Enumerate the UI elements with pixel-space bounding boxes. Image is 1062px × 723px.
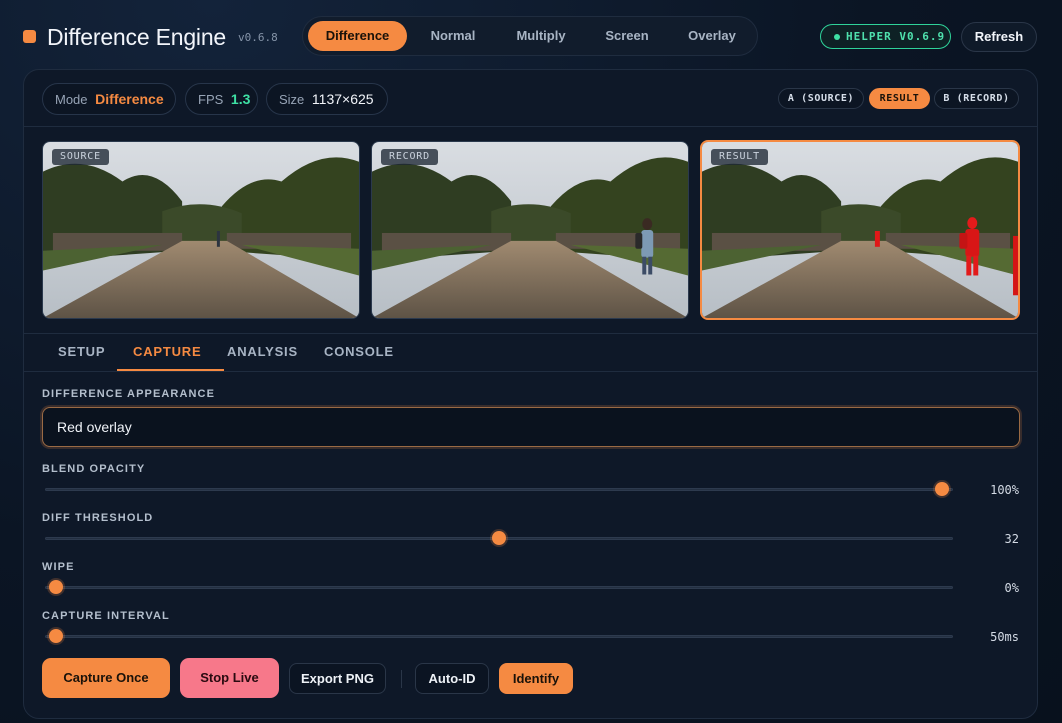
wipe-track[interactable] bbox=[45, 586, 953, 589]
size-chip: Size 1137×625 bbox=[266, 83, 388, 115]
result-preview-label: RESULT bbox=[711, 149, 768, 165]
capture-interval-track[interactable] bbox=[45, 635, 953, 638]
export-png-button[interactable]: Export PNG bbox=[289, 663, 386, 694]
auto-id-button[interactable]: Auto-ID bbox=[415, 663, 489, 694]
appearance-label: DIFFERENCE APPEARANCE bbox=[42, 388, 216, 400]
mode-tab-difference[interactable]: Difference bbox=[308, 21, 407, 51]
mode-chip: Mode Difference bbox=[42, 83, 176, 115]
capture-interval-label: CAPTURE INTERVAL bbox=[42, 610, 170, 622]
identify-button[interactable]: Identify bbox=[499, 663, 573, 694]
blend-opacity-label: BLEND OPACITY bbox=[42, 463, 146, 475]
mode-chip-key: Mode bbox=[55, 92, 88, 107]
blend-opacity-value: 100% bbox=[990, 483, 1019, 497]
diff-threshold-label: DIFF THRESHOLD bbox=[42, 512, 154, 524]
mode-chip-value: Difference bbox=[95, 91, 164, 107]
record-preview[interactable]: RECORD bbox=[371, 141, 689, 319]
tab-setup[interactable]: SETUP bbox=[58, 344, 105, 359]
tab-console[interactable]: CONSOLE bbox=[324, 344, 394, 359]
tabs-divider bbox=[24, 371, 1037, 372]
helper-status-badge: HELPER V0.6.9 bbox=[820, 24, 951, 49]
diff-threshold-value: 32 bbox=[1004, 532, 1019, 546]
blend-opacity-thumb[interactable] bbox=[935, 482, 949, 496]
capture-interval-value: 50ms bbox=[990, 630, 1019, 644]
app-title: Difference Engine bbox=[47, 24, 227, 50]
refresh-button[interactable]: Refresh bbox=[961, 22, 1037, 52]
wipe-label: WIPE bbox=[42, 561, 75, 573]
wipe-thumb[interactable] bbox=[49, 580, 63, 594]
tab-capture[interactable]: CAPTURE bbox=[133, 344, 201, 359]
blend-opacity-track[interactable] bbox=[45, 488, 953, 491]
app-header: Difference Engine v0.6.8 Difference Norm… bbox=[0, 0, 1062, 70]
mode-tab-normal[interactable]: Normal bbox=[413, 21, 493, 51]
record-scene-image bbox=[372, 142, 688, 318]
source-preview-label: SOURCE bbox=[52, 149, 109, 165]
blend-mode-tabs: Difference Normal Multiply Screen Overla… bbox=[302, 16, 758, 56]
size-chip-value: 1137×625 bbox=[311, 91, 374, 107]
tab-analysis[interactable]: ANALYSIS bbox=[227, 344, 298, 359]
section-tabs: SETUP CAPTURE ANALYSIS CONSOLE bbox=[24, 334, 1037, 371]
header-divider bbox=[24, 126, 1037, 127]
record-preview-label: RECORD bbox=[381, 149, 438, 165]
diff-threshold-thumb[interactable] bbox=[492, 531, 506, 545]
fps-chip: FPS 1.3 bbox=[185, 83, 258, 115]
fps-chip-value: 1.3 bbox=[230, 91, 251, 107]
view-toggle-result[interactable]: RESULT bbox=[869, 88, 930, 109]
view-toggle-record[interactable]: B (RECORD) bbox=[934, 88, 1019, 109]
view-toggle-source[interactable]: A (SOURCE) bbox=[778, 88, 864, 109]
app-version: v0.6.8 bbox=[238, 31, 278, 44]
appearance-select[interactable]: Red overlay bbox=[42, 407, 1020, 447]
fps-chip-key: FPS bbox=[198, 92, 224, 107]
status-dot-icon bbox=[834, 34, 840, 40]
stop-live-button[interactable]: Stop Live bbox=[180, 658, 279, 698]
capture-interval-thumb[interactable] bbox=[49, 629, 63, 643]
wipe-value: 0% bbox=[1004, 581, 1019, 595]
mode-tab-screen[interactable]: Screen bbox=[589, 21, 665, 51]
source-preview[interactable]: SOURCE bbox=[42, 141, 360, 319]
source-scene-image bbox=[43, 142, 359, 318]
result-preview[interactable]: RESULT bbox=[700, 140, 1020, 320]
action-separator bbox=[401, 670, 402, 688]
result-scene-image bbox=[702, 142, 1018, 318]
mode-tab-overlay[interactable]: Overlay bbox=[671, 21, 753, 51]
main-panel: Mode Difference FPS 1.3 Size 1137×625 A … bbox=[23, 69, 1038, 719]
size-chip-key: Size bbox=[279, 92, 305, 107]
mode-tab-multiply[interactable]: Multiply bbox=[499, 21, 583, 51]
helper-version-label: HELPER V0.6.9 bbox=[846, 30, 946, 43]
capture-once-button[interactable]: Capture Once bbox=[42, 658, 170, 698]
app-logo-icon bbox=[23, 30, 36, 43]
